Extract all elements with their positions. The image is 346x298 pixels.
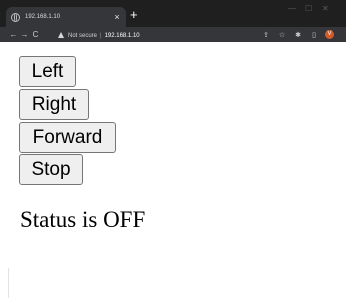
address-bar[interactable]: Not secure | 192.168.1.10 bbox=[58, 30, 290, 41]
globe-icon bbox=[11, 12, 20, 22]
back-button[interactable]: ← bbox=[8, 30, 19, 39]
forward-button[interactable]: → bbox=[19, 30, 30, 39]
close-window-button[interactable]: ✕ bbox=[322, 4, 329, 13]
warning-icon[interactable] bbox=[58, 31, 64, 38]
forward-command-button[interactable]: Forward bbox=[19, 122, 116, 153]
browser-tab-strip: 192.168.1.10 × + — ☐ ✕ bbox=[0, 0, 346, 27]
left-button[interactable]: Left bbox=[19, 56, 76, 87]
url-text[interactable]: 192.168.1.10 bbox=[105, 33, 140, 39]
stop-button[interactable]: Stop bbox=[19, 154, 83, 185]
security-label[interactable]: Not secure bbox=[68, 33, 97, 39]
star-icon[interactable]: ☆ bbox=[274, 31, 290, 39]
extensions-icon[interactable]: ✱ bbox=[290, 31, 306, 39]
minimize-button[interactable]: — bbox=[288, 4, 296, 13]
share-icon[interactable]: ⇪ bbox=[258, 31, 274, 39]
browser-tab[interactable]: 192.168.1.10 × bbox=[6, 7, 126, 27]
tab-title: 192.168.1.10 bbox=[25, 14, 61, 20]
page-content: Left Right Forward Stop Status is OFF bbox=[0, 42, 346, 298]
new-tab-button[interactable]: + bbox=[130, 8, 138, 21]
right-button[interactable]: Right bbox=[19, 89, 89, 120]
toolbar-actions: ⇪ ☆ ✱ ▯ V bbox=[258, 27, 334, 42]
status-text: Status is OFF bbox=[20, 207, 146, 232]
sidebar-icon[interactable]: ▯ bbox=[306, 31, 322, 39]
profile-avatar[interactable]: V bbox=[325, 30, 334, 39]
tab-close-icon[interactable]: × bbox=[111, 12, 123, 22]
reload-button[interactable]: C bbox=[30, 30, 41, 39]
address-separator: | bbox=[100, 32, 102, 39]
maximize-button[interactable]: ☐ bbox=[305, 4, 312, 13]
divider bbox=[8, 268, 9, 298]
